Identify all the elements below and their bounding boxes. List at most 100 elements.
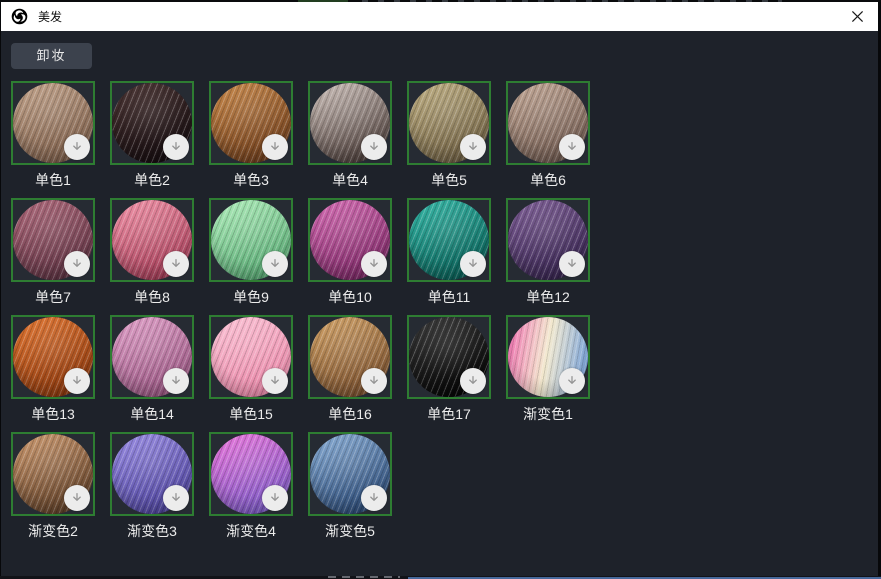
hair-style-label: 渐变色3 <box>110 521 194 539</box>
hair-style-tile[interactable] <box>308 432 392 516</box>
hair-style-item[interactable]: 单色3 <box>209 81 293 188</box>
hair-style-item[interactable]: 单色14 <box>110 315 194 422</box>
hair-style-label: 单色6 <box>506 170 590 188</box>
download-button[interactable] <box>64 368 90 394</box>
hair-style-item[interactable]: 单色12 <box>506 198 590 305</box>
hair-style-item[interactable]: 单色15 <box>209 315 293 422</box>
obs-logo-icon <box>11 8 28 25</box>
beauty-hair-dialog-window: 美发 卸妆 单色1 <box>0 0 881 579</box>
hair-style-label: 单色12 <box>506 287 590 305</box>
download-button[interactable] <box>460 368 486 394</box>
download-button[interactable] <box>64 134 90 160</box>
hair-style-item[interactable]: 单色6 <box>506 81 590 188</box>
download-button[interactable] <box>64 485 90 511</box>
hair-style-tile[interactable] <box>308 198 392 282</box>
download-button[interactable] <box>460 134 486 160</box>
hair-style-tile[interactable] <box>11 315 95 399</box>
download-arrow-icon <box>466 374 480 388</box>
close-button[interactable] <box>842 3 872 29</box>
hair-style-tile[interactable] <box>209 432 293 516</box>
close-icon <box>851 10 864 23</box>
hair-style-item[interactable]: 单色7 <box>11 198 95 305</box>
hair-style-tile[interactable] <box>110 315 194 399</box>
hair-style-tile[interactable] <box>11 198 95 282</box>
download-arrow-icon <box>367 374 381 388</box>
remove-makeup-button[interactable]: 卸妆 <box>11 43 92 69</box>
download-button[interactable] <box>361 134 387 160</box>
download-button[interactable] <box>559 251 585 277</box>
hair-style-tile[interactable] <box>11 432 95 516</box>
download-button[interactable] <box>559 368 585 394</box>
download-button[interactable] <box>64 251 90 277</box>
hair-style-item[interactable]: 单色17 <box>407 315 491 422</box>
download-button[interactable] <box>361 251 387 277</box>
dialog-titlebar: 美发 <box>1 2 878 31</box>
download-arrow-icon <box>70 140 84 154</box>
hair-style-item[interactable]: 渐变色3 <box>110 432 194 539</box>
download-arrow-icon <box>169 374 183 388</box>
hair-style-tile[interactable] <box>110 198 194 282</box>
hair-style-label: 单色9 <box>209 287 293 305</box>
hair-style-tile[interactable] <box>110 81 194 165</box>
download-arrow-icon <box>565 140 579 154</box>
hair-style-label: 渐变色2 <box>11 521 95 539</box>
download-button[interactable] <box>361 485 387 511</box>
download-button[interactable] <box>361 368 387 394</box>
hair-style-item[interactable]: 单色9 <box>209 198 293 305</box>
hair-style-label: 渐变色5 <box>308 521 392 539</box>
download-button[interactable] <box>262 368 288 394</box>
hair-style-label: 渐变色4 <box>209 521 293 539</box>
download-button[interactable] <box>262 251 288 277</box>
hair-style-label: 单色4 <box>308 170 392 188</box>
download-arrow-icon <box>367 491 381 505</box>
hair-style-item[interactable]: 渐变色4 <box>209 432 293 539</box>
hair-style-tile[interactable] <box>506 81 590 165</box>
hair-style-item[interactable]: 单色4 <box>308 81 392 188</box>
download-button[interactable] <box>163 485 189 511</box>
hair-style-label: 单色16 <box>308 404 392 422</box>
download-arrow-icon <box>70 257 84 271</box>
hair-style-item[interactable]: 单色2 <box>110 81 194 188</box>
hair-style-item[interactable]: 单色10 <box>308 198 392 305</box>
download-button[interactable] <box>262 485 288 511</box>
hair-style-tile[interactable] <box>407 198 491 282</box>
download-button[interactable] <box>262 134 288 160</box>
hair-style-item[interactable]: 单色5 <box>407 81 491 188</box>
hair-style-label: 单色5 <box>407 170 491 188</box>
download-arrow-icon <box>466 140 480 154</box>
hair-style-item[interactable]: 渐变色1 <box>506 315 590 422</box>
hair-style-label: 单色11 <box>407 287 491 305</box>
hair-style-tile[interactable] <box>308 315 392 399</box>
hair-style-tile[interactable] <box>209 81 293 165</box>
hair-style-item[interactable]: 单色13 <box>11 315 95 422</box>
dialog-body: 卸妆 单色1 单色2 <box>1 31 878 576</box>
hair-style-tile[interactable] <box>209 315 293 399</box>
hair-style-item[interactable]: 渐变色2 <box>11 432 95 539</box>
hair-style-item[interactable]: 单色8 <box>110 198 194 305</box>
hair-style-tile[interactable] <box>11 81 95 165</box>
download-button[interactable] <box>460 251 486 277</box>
hair-style-label: 单色17 <box>407 404 491 422</box>
download-button[interactable] <box>559 134 585 160</box>
download-arrow-icon <box>70 491 84 505</box>
hair-style-item[interactable]: 渐变色5 <box>308 432 392 539</box>
hair-style-tile[interactable] <box>110 432 194 516</box>
hair-style-tile[interactable] <box>308 81 392 165</box>
download-button[interactable] <box>163 368 189 394</box>
download-button[interactable] <box>163 251 189 277</box>
hair-style-tile[interactable] <box>506 315 590 399</box>
hair-style-label: 单色8 <box>110 287 194 305</box>
hair-style-item[interactable]: 单色1 <box>11 81 95 188</box>
hair-style-tile[interactable] <box>407 315 491 399</box>
download-arrow-icon <box>565 257 579 271</box>
hair-style-tile[interactable] <box>407 81 491 165</box>
download-button[interactable] <box>163 134 189 160</box>
hair-style-tile[interactable] <box>209 198 293 282</box>
download-arrow-icon <box>169 491 183 505</box>
download-arrow-icon <box>268 491 282 505</box>
hair-style-tile[interactable] <box>506 198 590 282</box>
hair-style-item[interactable]: 单色11 <box>407 198 491 305</box>
download-arrow-icon <box>70 374 84 388</box>
hair-style-item[interactable]: 单色16 <box>308 315 392 422</box>
hair-style-label: 单色13 <box>11 404 95 422</box>
